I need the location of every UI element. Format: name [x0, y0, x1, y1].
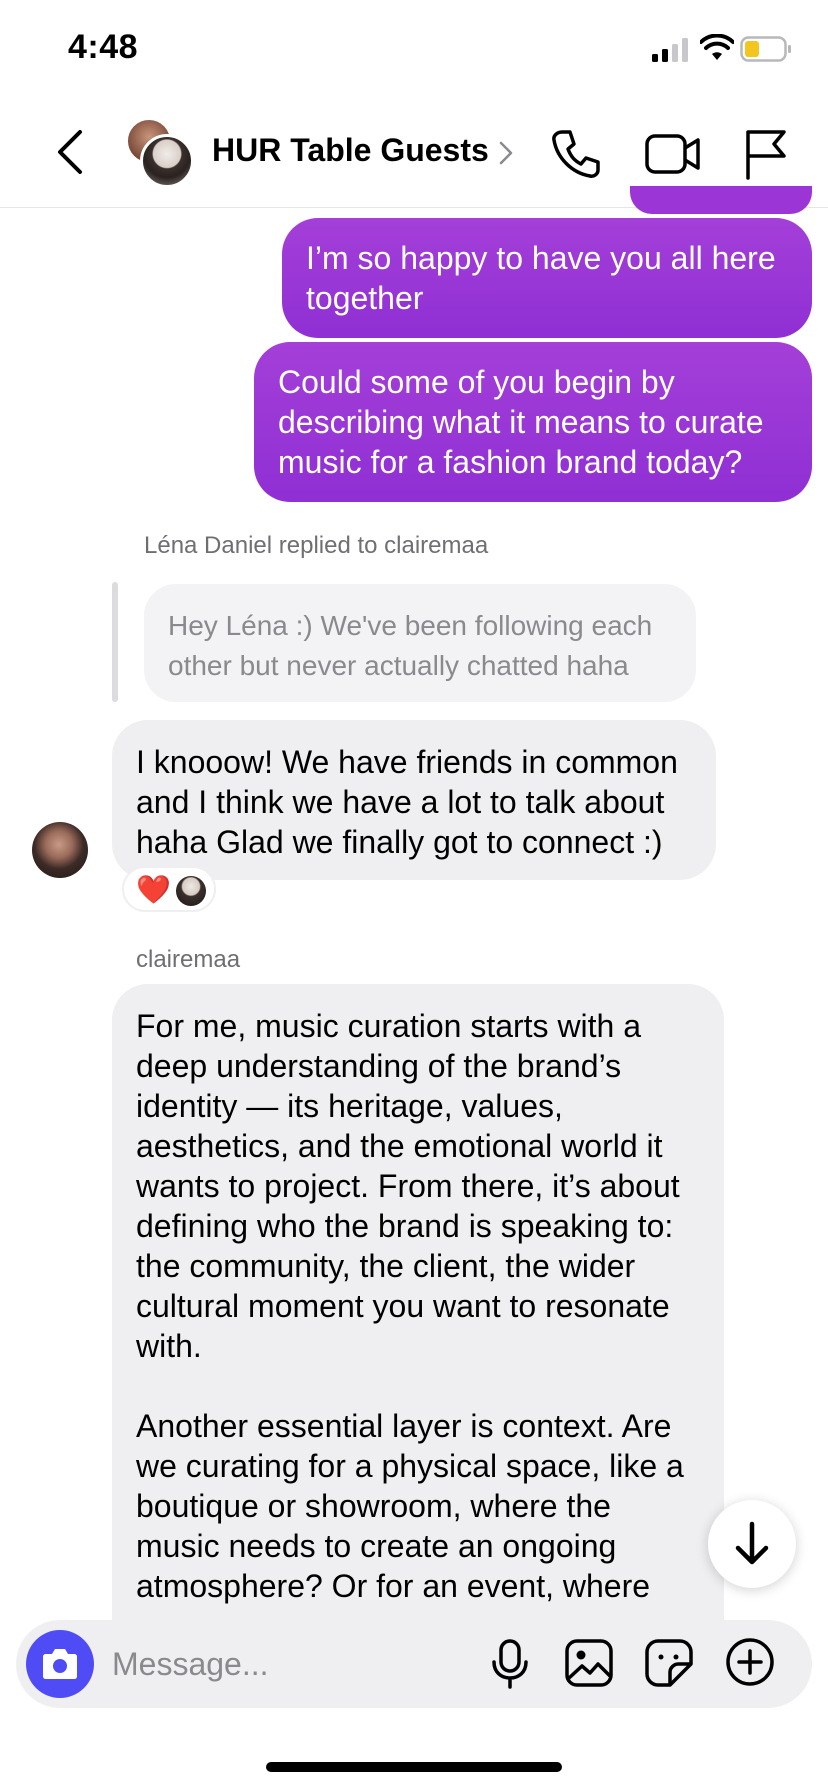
battery-icon: [740, 36, 791, 62]
sticker-icon[interactable]: [644, 1638, 694, 1688]
microphone-icon[interactable]: [488, 1638, 532, 1690]
back-arrow-icon[interactable]: [50, 126, 94, 178]
message-composer: [16, 1620, 812, 1708]
sender-name: clairemaa: [136, 946, 241, 973]
cellular-signal-icon: [652, 38, 688, 62]
quoted-message[interactable]: Hey Léna :) We've been following each ot…: [144, 584, 696, 702]
group-avatar[interactable]: [126, 118, 196, 188]
video-camera-icon[interactable]: [644, 130, 702, 178]
reactor-avatar: [176, 876, 206, 906]
outgoing-message-bubble[interactable]: [630, 186, 812, 214]
chevron-right-icon[interactable]: [498, 140, 514, 166]
reply-indicator-bar: [112, 582, 118, 702]
camera-icon: [43, 1649, 77, 1679]
wifi-icon: [700, 34, 734, 60]
reaction-pill[interactable]: ❤️: [122, 866, 216, 912]
reply-context-label: Léna Daniel replied to clairemaa: [144, 532, 489, 559]
member-avatar: [140, 134, 194, 188]
message-paragraph: For me, music curation starts with a dee…: [136, 1008, 680, 1364]
flag-icon[interactable]: [742, 128, 788, 180]
outgoing-message-bubble[interactable]: I’m so happy to have you all here togeth…: [282, 218, 812, 338]
incoming-message-bubble[interactable]: For me, music curation starts with a dee…: [112, 984, 724, 1624]
status-time: 4:48: [68, 28, 139, 66]
camera-button[interactable]: [26, 1630, 94, 1698]
scroll-to-bottom-button[interactable]: [708, 1500, 796, 1588]
message-paragraph: Another essential layer is context. Are …: [136, 1408, 684, 1604]
gallery-icon[interactable]: [564, 1638, 614, 1688]
plus-icon[interactable]: [724, 1636, 776, 1688]
phone-icon[interactable]: [550, 128, 602, 180]
outgoing-message-bubble[interactable]: Could some of you begin by describing wh…: [254, 342, 812, 502]
incoming-message-bubble[interactable]: I knooow! We have friends in common and …: [112, 720, 716, 880]
message-input[interactable]: [112, 1638, 492, 1690]
chat-title[interactable]: HUR Table Guests: [212, 132, 489, 169]
sender-avatar[interactable]: [32, 822, 88, 878]
home-indicator[interactable]: [266, 1762, 562, 1772]
status-bar: 4:48: [0, 0, 828, 100]
arrow-down-icon: [735, 1521, 769, 1565]
heart-reaction-icon: ❤️: [136, 874, 171, 905]
